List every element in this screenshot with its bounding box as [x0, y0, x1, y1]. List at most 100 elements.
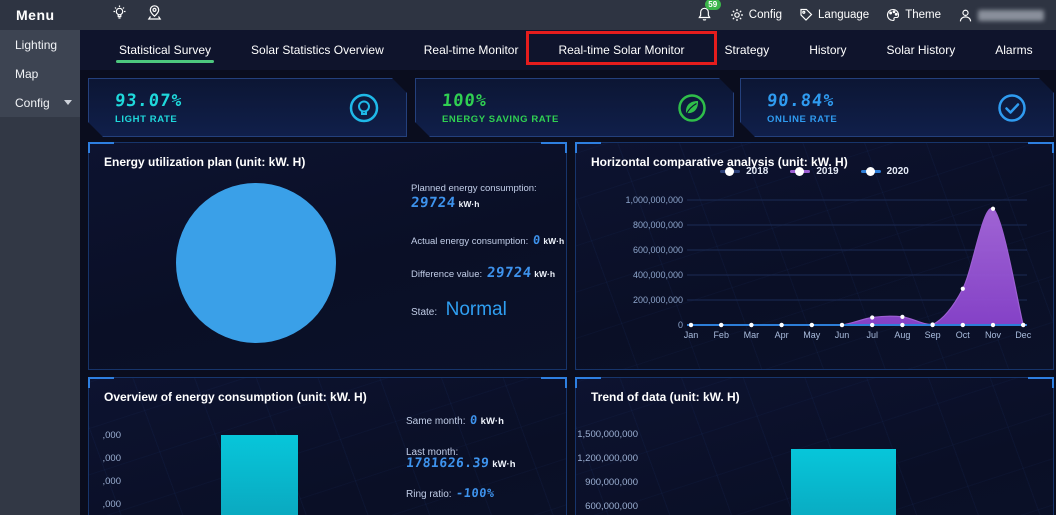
y-axis-tick: ,000 — [95, 499, 121, 510]
kpi-value: 90.84% — [766, 91, 835, 111]
tab-real-time-monitor[interactable]: Real-time Monitor — [404, 30, 539, 70]
y-axis-tick: 1,500,000,000 — [576, 429, 638, 440]
panel-title: Trend of data (unit: kW. H) — [576, 378, 1053, 404]
y-axis-tick: ,000 — [95, 430, 121, 441]
tab-history[interactable]: History — [789, 30, 866, 70]
theme-label: Theme — [905, 9, 941, 21]
theme-button[interactable]: Theme — [886, 8, 941, 22]
area-chart: 1,000,000,000800,000,000600,000,000400,0… — [590, 189, 1040, 341]
svg-text:Jan: Jan — [684, 330, 699, 340]
stat-label: State: — [411, 307, 437, 318]
stat-label: Difference value: — [411, 269, 482, 280]
svg-text:Oct: Oct — [956, 330, 971, 340]
svg-text:Aug: Aug — [894, 330, 910, 340]
svg-text:Apr: Apr — [775, 330, 789, 340]
tab-label: Solar Statistics Overview — [251, 43, 384, 57]
config-label: Config — [749, 9, 782, 21]
same-month-stat: Same month: 0kW·h — [406, 411, 504, 429]
top-bar: Menu 59 — [0, 0, 1056, 30]
svg-text:Jun: Jun — [835, 330, 850, 340]
y-axis-tick: ,000 — [95, 476, 121, 487]
svg-text:0: 0 — [678, 320, 683, 330]
kpi-value: 93.07% — [114, 91, 183, 111]
kpi-label: ENERGY SAVING RATE — [442, 114, 559, 125]
bulb-icon[interactable] — [111, 4, 128, 26]
svg-text:Nov: Nov — [985, 330, 1002, 340]
svg-text:600,000,000: 600,000,000 — [633, 245, 683, 255]
unit-label: kW·h — [492, 459, 515, 470]
tab-bar: Statistical Survey Solar Statistics Over… — [80, 30, 1056, 70]
tag-icon — [799, 8, 813, 22]
language-label: Language — [818, 9, 869, 21]
tab-alarms[interactable]: Alarms — [975, 30, 1052, 70]
map-pin-icon[interactable] — [146, 4, 163, 26]
legend-item-2019[interactable]: 2019 — [790, 166, 838, 177]
svg-text:Jul: Jul — [866, 330, 878, 340]
tab-statistical-survey[interactable]: Statistical Survey — [99, 30, 231, 70]
stat-label: Ring ratio: — [406, 489, 452, 500]
actual-energy-stat: Actual energy consumption: 0kW·h — [411, 231, 564, 249]
legend-dot — [795, 167, 804, 176]
legend-marker — [790, 170, 810, 173]
language-button[interactable]: Language — [799, 8, 869, 22]
legend-marker — [861, 170, 881, 173]
user-account[interactable] — [958, 8, 1044, 23]
planned-energy-value: 29724 — [410, 195, 456, 211]
unit-label: kW·h — [534, 269, 555, 279]
stat-label: Same month: — [406, 416, 465, 427]
tab-label: Real-time Solar Monitor — [558, 43, 684, 57]
svg-text:200,000,000: 200,000,000 — [633, 295, 683, 305]
state-value: Normal — [446, 299, 507, 320]
last-month-stat-value: 1781626.39kW·h — [406, 454, 516, 472]
person-icon — [958, 8, 973, 23]
panel-energy-utilization-plan: Energy utilization plan (unit: kW. H) Pl… — [88, 142, 567, 370]
config-button[interactable]: Config — [730, 8, 782, 22]
tab-label: Alarms — [995, 43, 1032, 57]
kpi-label: ONLINE RATE — [767, 114, 837, 125]
tab-solar-statistics-overview[interactable]: Solar Statistics Overview — [231, 30, 404, 70]
check-circle-icon — [995, 91, 1029, 125]
legend-item-2020[interactable]: 2020 — [861, 166, 909, 177]
unit-label: kW·h — [459, 199, 480, 209]
ring-ratio-stat: Ring ratio: -100% — [406, 484, 495, 502]
tab-solar-history[interactable]: Solar History — [867, 30, 976, 70]
panel-horizontal-comparative-analysis: Horizontal comparative analysis (unit: k… — [575, 142, 1054, 370]
panel-overview-energy-consumption: Overview of energy consumption (unit: kW… — [88, 377, 567, 515]
legend-label: 2019 — [816, 166, 838, 177]
y-axis-tick: 900,000,000 — [576, 477, 638, 488]
same-month-value: 0 — [469, 413, 478, 427]
sidebar-item-lighting[interactable]: Lighting — [0, 30, 80, 59]
tab-real-time-solar-monitor[interactable]: Real-time Solar Monitor — [538, 30, 704, 70]
planned-energy-stat: Planned energy consumption: 29724kW·h — [411, 183, 537, 212]
tab-label: Real-time Monitor — [424, 43, 519, 57]
svg-text:Dec: Dec — [1015, 330, 1032, 340]
gear-icon — [730, 8, 744, 22]
svg-text:Feb: Feb — [713, 330, 729, 340]
legend-item-2018[interactable]: 2018 — [720, 166, 768, 177]
actual-energy-value: 0 — [532, 233, 541, 247]
sidebar-item-config[interactable]: Config — [0, 88, 80, 117]
notifications-button[interactable]: 59 — [697, 7, 713, 23]
difference-value: 29724 — [486, 265, 532, 281]
notification-badge: 59 — [705, 0, 721, 10]
difference-value-stat: Difference value: 29724kW·h — [411, 264, 555, 282]
unit-label: kW·h — [543, 236, 564, 246]
legend-label: 2018 — [746, 166, 768, 177]
palette-icon — [886, 8, 900, 22]
tab-strategy[interactable]: Strategy — [705, 30, 790, 70]
panel-title: Overview of energy consumption (unit: kW… — [89, 378, 566, 404]
kpi-label: LIGHT RATE — [115, 114, 182, 125]
kpi-card-light-rate: 93.07% LIGHT RATE — [88, 78, 407, 137]
sidebar-item-label: Lighting — [15, 38, 57, 52]
legend-dot — [725, 167, 734, 176]
svg-text:Sep: Sep — [925, 330, 941, 340]
panel-title: Energy utilization plan (unit: kW. H) — [89, 143, 566, 169]
y-axis-tick: 1,200,000,000 — [576, 453, 638, 464]
kpi-card-energy-saving-rate: 100% ENERGY SAVING RATE — [415, 78, 734, 137]
tab-label: Statistical Survey — [119, 43, 211, 57]
sidebar-item-map[interactable]: Map — [0, 59, 80, 88]
leaf-icon — [675, 91, 709, 125]
stat-label: Actual energy consumption: — [411, 236, 528, 247]
kpi-value: 100% — [441, 91, 488, 111]
svg-text:May: May — [803, 330, 821, 340]
